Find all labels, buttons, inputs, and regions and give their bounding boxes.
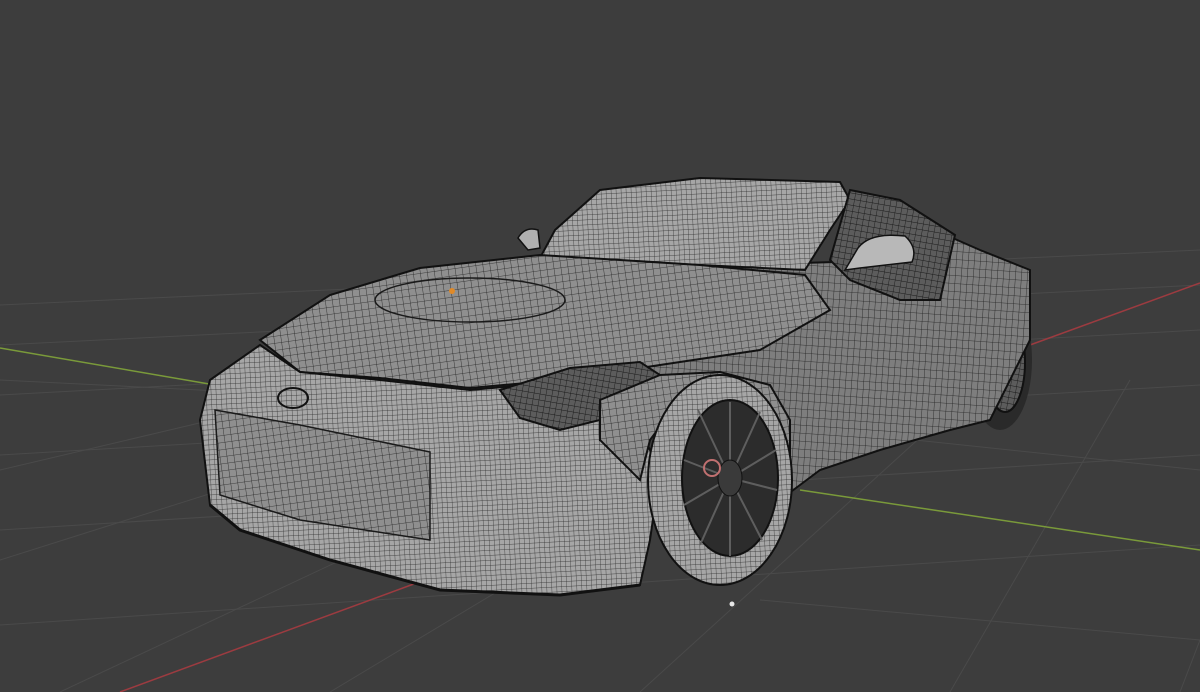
viewport-canvas[interactable] [0,0,1200,692]
x-axis-line [119,577,431,692]
object-origin-marker[interactable] [449,288,455,294]
3d-cursor-dot[interactable] [729,601,735,607]
3d-viewport[interactable] [0,0,1200,692]
y-axis-line-front [799,489,1200,551]
side-mirror-left [517,228,541,251]
car-windshield [538,176,852,272]
car-mesh[interactable] [198,176,1032,597]
front-wheel[interactable] [647,374,793,586]
y-axis-line [0,347,216,386]
